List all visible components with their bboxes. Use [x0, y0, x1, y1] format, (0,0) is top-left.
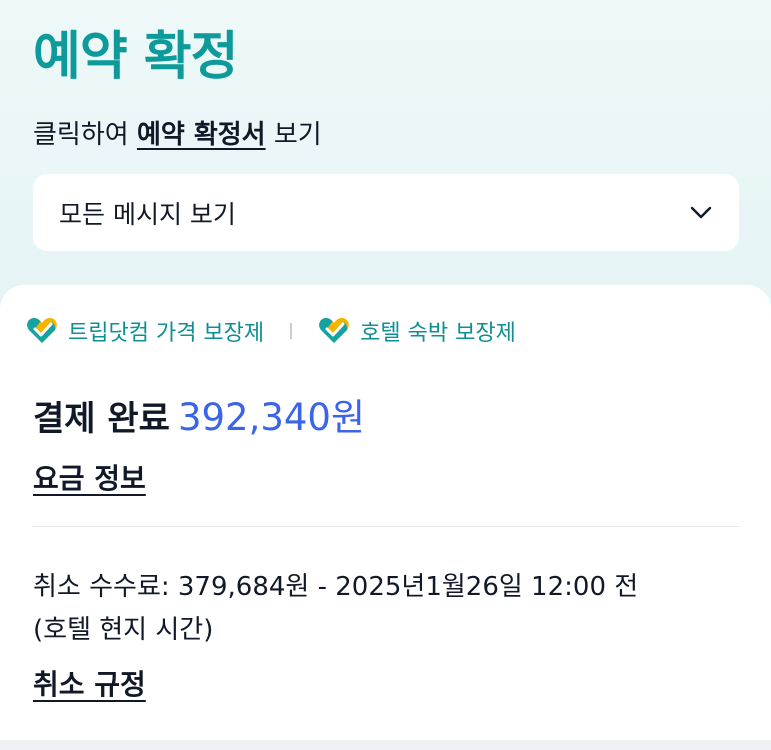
- timezone-note: (호텔 현지 시간): [33, 615, 214, 645]
- confirmation-subline: 클릭하여 예약 확정서 보기: [33, 117, 322, 153]
- page-title: 예약 확정: [33, 27, 238, 87]
- booking-confirmation-page: 예약 확정 클릭하여 예약 확정서 보기 모든 메시지 보기 트립닷컴 가격 보…: [0, 0, 771, 750]
- confirmation-letter-link[interactable]: 예약 확정서: [137, 120, 266, 150]
- dropdown-label: 모든 메시지 보기: [59, 199, 236, 229]
- view-all-messages-dropdown[interactable]: 모든 메시지 보기: [33, 174, 739, 251]
- guarantee-divider: [290, 323, 293, 339]
- guarantee-row: 트립닷컴 가격 보장제 호텔 숙박 보장제: [26, 314, 516, 348]
- subline-suffix: 보기: [265, 120, 322, 150]
- cancellation-policy-link[interactable]: 취소 규정: [33, 665, 146, 705]
- guarantee-label: 호텔 숙박 보장제: [360, 321, 516, 346]
- subline-prefix: 클릭하여: [33, 120, 137, 150]
- hotel-stay-guarantee[interactable]: 호텔 숙박 보장제: [318, 315, 516, 347]
- chevron-down-icon: [689, 201, 713, 225]
- heart-check-icon: [26, 317, 58, 345]
- section-divider: [33, 526, 739, 527]
- cancellation-fee-info: 취소 수수료: 379,684원 - 2025년1월26일 12:00 전 (호…: [33, 566, 733, 652]
- heart-check-icon: [318, 317, 350, 345]
- tripcom-price-guarantee[interactable]: 트립닷컴 가격 보장제: [26, 315, 264, 347]
- payment-amount: 392,340원: [177, 396, 366, 439]
- bottom-section-edge: [0, 740, 771, 750]
- cancellation-fee-line: 취소 수수료: 379,684원 - 2025년1월26일 12:00 전: [33, 572, 639, 602]
- payment-status-label: 결제 완료: [33, 399, 170, 439]
- payment-status: 결제 완료 392,340원: [33, 393, 365, 450]
- guarantee-label: 트립닷컴 가격 보장제: [68, 321, 265, 346]
- fare-info-link[interactable]: 요금 정보: [33, 459, 146, 499]
